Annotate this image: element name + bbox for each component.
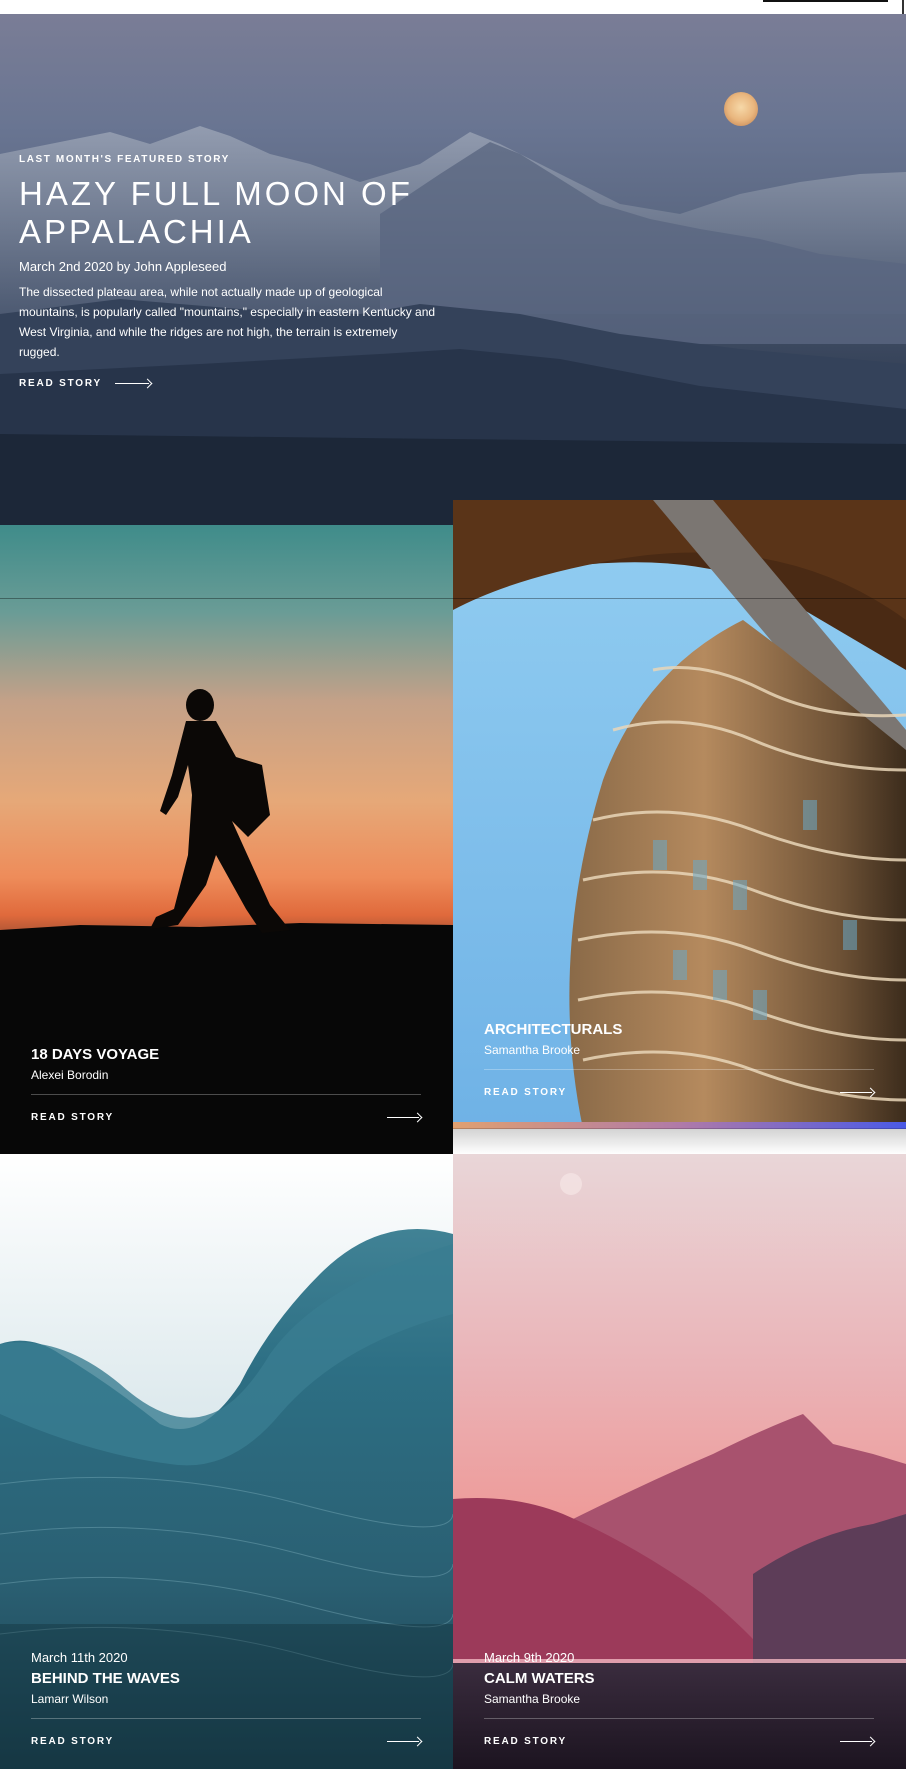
card-title[interactable]: 18 DAYS VOYAGE: [31, 1046, 421, 1063]
divider-line: [0, 598, 906, 599]
card-title[interactable]: BEHIND THE WAVES: [31, 1670, 421, 1687]
card-divider: [484, 1069, 874, 1070]
voyage-info: 18 DAYS VOYAGE Alexei Borodin READ STORY: [31, 1041, 423, 1123]
top-bar-underline: [763, 0, 888, 2]
moon: [560, 1173, 582, 1195]
hero-title: HAZY FULL MOON OF APPALACHIA: [19, 175, 439, 251]
read-story-label[interactable]: READ STORY: [19, 378, 102, 389]
arrow-right-icon[interactable]: [115, 378, 153, 389]
story-card-calm-waters[interactable]: March 9th 2020 CALM WATERS Samantha Broo…: [453, 1154, 906, 1769]
hero-content: LAST MONTH'S FEATURED STORY HAZY FULL MO…: [19, 154, 439, 389]
arrow-right-icon[interactable]: [840, 1736, 876, 1747]
card-title[interactable]: CALM WATERS: [484, 1670, 874, 1687]
story-card-voyage[interactable]: 18 DAYS VOYAGE Alexei Borodin READ STORY: [0, 525, 453, 1154]
card-date: March 9th 2020: [484, 1650, 575, 1665]
read-story-link[interactable]: READ STORY: [31, 1736, 423, 1747]
read-story-link[interactable]: READ STORY: [484, 1736, 876, 1747]
read-story-link[interactable]: READ STORY: [484, 1087, 876, 1098]
moon: [724, 92, 758, 126]
hero-title-line1: HAZY FULL MOON OF: [19, 175, 413, 212]
card-date: March 11th 2020: [31, 1650, 128, 1665]
card-title[interactable]: ARCHITECTURALS: [484, 1021, 874, 1038]
story-card-architecturals[interactable]: ARCHITECTURALS Samantha Brooke READ STOR…: [453, 500, 906, 1129]
hero-date-author: March 2nd 2020 by John Appleseed: [19, 259, 227, 274]
read-story-label[interactable]: READ STORY: [484, 1736, 567, 1747]
top-bar: [0, 0, 906, 14]
card-divider: [484, 1718, 874, 1719]
story-card-waves[interactable]: March 11th 2020 BEHIND THE WAVES Lamarr …: [0, 1154, 453, 1769]
architecturals-info: ARCHITECTURALS Samantha Brooke READ STOR…: [484, 1016, 876, 1098]
arrow-right-icon[interactable]: [387, 1736, 423, 1747]
calm-waters-info: March 9th 2020 CALM WATERS Samantha Broo…: [484, 1650, 876, 1747]
waves-info: March 11th 2020 BEHIND THE WAVES Lamarr …: [31, 1650, 423, 1747]
card-divider: [31, 1718, 421, 1719]
read-story-label[interactable]: READ STORY: [31, 1736, 114, 1747]
hero-description: The dissected plateau area, while not ac…: [19, 285, 436, 359]
arrow-right-icon[interactable]: [840, 1087, 876, 1098]
arrow-right-icon[interactable]: [387, 1112, 423, 1123]
hero-title-line2: APPALACHIA: [19, 213, 254, 250]
read-story-label[interactable]: READ STORY: [484, 1087, 567, 1098]
hero-eyebrow: LAST MONTH'S FEATURED STORY: [19, 154, 230, 165]
card-author: Lamarr Wilson: [31, 1692, 109, 1706]
card-author: Samantha Brooke: [484, 1692, 581, 1706]
card-author: Alexei Borodin: [31, 1068, 109, 1082]
read-story-link[interactable]: READ STORY: [31, 1112, 423, 1123]
featured-story-hero: LAST MONTH'S FEATURED STORY HAZY FULL MO…: [0, 14, 906, 525]
card-shadow: [453, 1128, 906, 1154]
hero-read-story-link[interactable]: READ STORY: [19, 378, 439, 389]
card-divider: [31, 1094, 421, 1095]
read-story-label[interactable]: READ STORY: [31, 1112, 114, 1123]
card-author: Samantha Brooke: [484, 1043, 581, 1057]
